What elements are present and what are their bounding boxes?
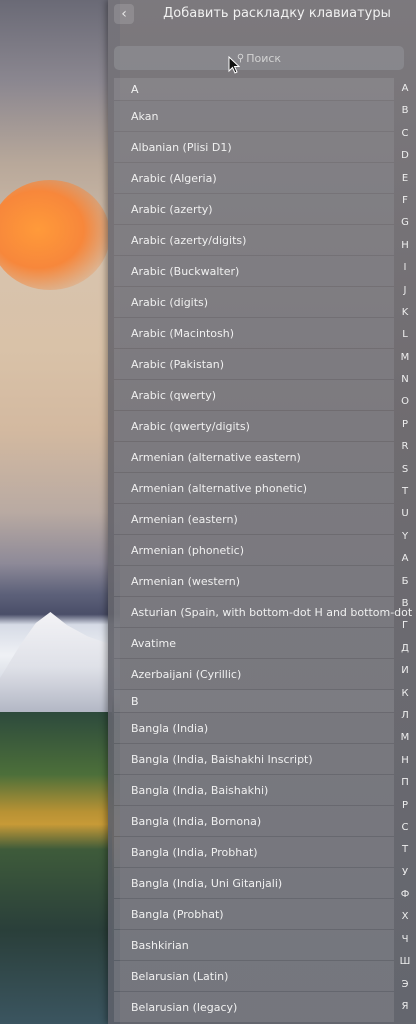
alphabet-index-letter[interactable]: F	[396, 190, 414, 212]
list-item[interactable]: Bangla (India, Bornona)	[114, 806, 394, 836]
list-item[interactable]: Arabic (Buckwalter)	[114, 256, 394, 286]
alphabet-index-letter[interactable]: М	[396, 727, 414, 749]
list-item[interactable]: Belarusian (legacy)	[114, 992, 394, 1022]
alphabet-index-letter[interactable]: Y	[396, 526, 414, 548]
alphabet-index-letter[interactable]: Ф	[396, 884, 414, 906]
alphabet-index-letter[interactable]: К	[396, 683, 414, 705]
back-button[interactable]: ‹	[114, 4, 134, 24]
list-item[interactable]: Bangla (Probhat)	[114, 899, 394, 929]
alphabet-index: ABCDEFGHIJKLMNOPRSTUYАБВГДИКЛМНПРСТУФХЧШ…	[396, 78, 414, 1024]
alphabet-index-letter[interactable]: K	[396, 302, 414, 324]
page-title: Добавить раскладку клавиатуры	[163, 6, 391, 21]
alphabet-index-letter[interactable]: E	[396, 168, 414, 190]
alphabet-index-letter[interactable]: N	[396, 369, 414, 391]
list-item[interactable]: Avatime	[114, 628, 394, 658]
alphabet-index-letter[interactable]: O	[396, 391, 414, 413]
alphabet-index-letter[interactable]: Ч	[396, 929, 414, 951]
alphabet-index-letter[interactable]: Т	[396, 839, 414, 861]
mouse-cursor-icon	[228, 56, 240, 74]
alphabet-index-letter[interactable]: D	[396, 145, 414, 167]
list-item[interactable]: Armenian (western)	[114, 566, 394, 596]
chevron-left-icon: ‹	[121, 6, 127, 22]
alphabet-index-letter[interactable]: L	[396, 324, 414, 346]
list-item[interactable]: Arabic (Algeria)	[114, 163, 394, 193]
list-item[interactable]: Azerbaijani (Cyrillic)	[114, 659, 394, 689]
list-item[interactable]: Bangla (India, Baishakhi)	[114, 775, 394, 805]
alphabet-index-letter[interactable]: В	[396, 593, 414, 615]
list-item[interactable]: Bangla (India, Probhat)	[114, 837, 394, 867]
alphabet-index-letter[interactable]: У	[396, 862, 414, 884]
alphabet-index-letter[interactable]: Б	[396, 571, 414, 593]
list-item[interactable]: Armenian (alternative eastern)	[114, 442, 394, 472]
list-item[interactable]: Arabic (Macintosh)	[114, 318, 394, 348]
alphabet-index-letter[interactable]: Х	[396, 906, 414, 928]
alphabet-index-letter[interactable]: J	[396, 280, 414, 302]
layout-list: A Akan Albanian (Plisi D1) Arabic (Algeria)…	[114, 78, 416, 1023]
alphabet-index-letter[interactable]: Л	[396, 705, 414, 727]
list-item[interactable]: Armenian (phonetic)	[114, 535, 394, 565]
alphabet-index-letter[interactable]: Ш	[396, 951, 414, 973]
alphabet-index-letter[interactable]: C	[396, 123, 414, 145]
alphabet-index-letter[interactable]: H	[396, 235, 414, 257]
alphabet-index-letter[interactable]: G	[396, 212, 414, 234]
search-placeholder: Поиск	[246, 51, 282, 65]
list-item[interactable]: Arabic (qwerty/digits)	[114, 411, 394, 441]
alphabet-index-letter[interactable]: A	[396, 78, 414, 100]
wallpaper-forest	[0, 712, 112, 1024]
list-item[interactable]: Bangla (India, Uni Gitanjali)	[114, 868, 394, 898]
list-section-header: B	[114, 690, 394, 712]
alphabet-index-letter[interactable]: T	[396, 481, 414, 503]
screen: ‹ Добавить раскладку клавиатуры ⚲ Поиск …	[0, 0, 416, 1024]
list-section-header: A	[114, 78, 394, 100]
list-item[interactable]: Bangla (India, Baishakhi Inscript)	[114, 744, 394, 774]
alphabet-index-letter[interactable]: I	[396, 257, 414, 279]
alphabet-index-letter[interactable]: П	[396, 772, 414, 794]
list-item[interactable]: Belarusian (Latin)	[114, 961, 394, 991]
alphabet-index-letter[interactable]: Р	[396, 795, 414, 817]
add-keyboard-layout-panel: ‹ Добавить раскладку клавиатуры ⚲ Поиск …	[108, 0, 416, 1024]
panel-header: ‹ Добавить раскладку клавиатуры	[108, 0, 416, 34]
search-input[interactable]: ⚲ Поиск	[114, 46, 404, 70]
alphabet-index-letter[interactable]: Н	[396, 750, 414, 772]
alphabet-index-letter[interactable]: U	[396, 503, 414, 525]
list-item[interactable]: Bangla (India)	[114, 713, 394, 743]
list-item[interactable]: Armenian (alternative phonetic)	[114, 473, 394, 503]
list-item[interactable]: Arabic (Pakistan)	[114, 349, 394, 379]
alphabet-index-letter[interactable]: R	[396, 436, 414, 458]
alphabet-index-letter[interactable]: P	[396, 414, 414, 436]
alphabet-index-letter[interactable]: Э	[396, 974, 414, 996]
alphabet-index-letter[interactable]: А	[396, 548, 414, 570]
list-item[interactable]: Armenian (eastern)	[114, 504, 394, 534]
alphabet-index-letter[interactable]: S	[396, 459, 414, 481]
alphabet-index-letter[interactable]: Г	[396, 615, 414, 637]
list-item[interactable]: Akan	[114, 101, 394, 131]
list-item[interactable]: Arabic (azerty/digits)	[114, 225, 394, 255]
alphabet-index-letter[interactable]: Я	[396, 996, 414, 1018]
alphabet-index-letter[interactable]: M	[396, 347, 414, 369]
alphabet-index-letter[interactable]: И	[396, 660, 414, 682]
list-item[interactable]: Asturian (Spain, with bottom-dot H and b…	[114, 597, 416, 627]
list-item[interactable]: Bashkirian	[114, 930, 394, 960]
list-item[interactable]: Albanian (Plisi D1)	[114, 132, 394, 162]
alphabet-index-letter[interactable]: Д	[396, 638, 414, 660]
alphabet-index-letter[interactable]: С	[396, 817, 414, 839]
list-item[interactable]: Arabic (qwerty)	[114, 380, 394, 410]
list-item[interactable]: Arabic (digits)	[114, 287, 394, 317]
alphabet-index-letter[interactable]: B	[396, 100, 414, 122]
list-item[interactable]: Arabic (azerty)	[114, 194, 394, 224]
